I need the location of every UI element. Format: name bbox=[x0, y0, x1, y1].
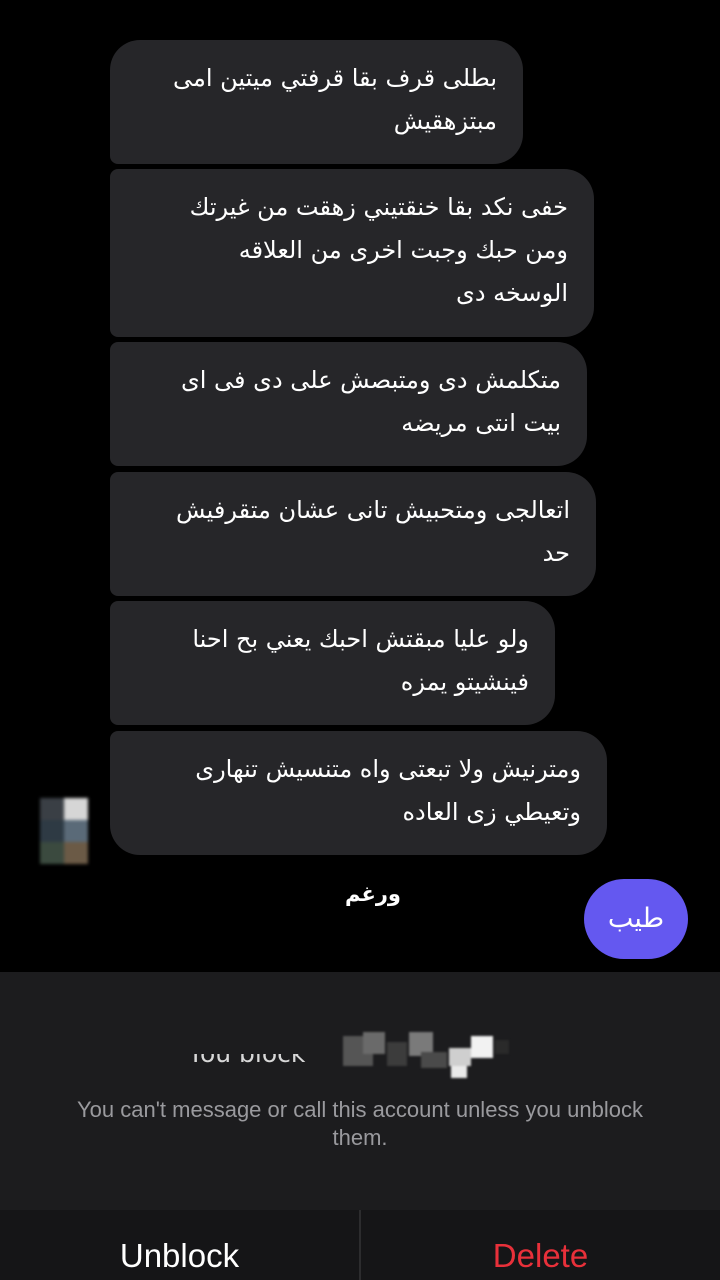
block-notice-panel: You block You can't message or call this… bbox=[0, 972, 720, 1210]
action-bar: Unblock Delete bbox=[0, 1210, 720, 1280]
avatar-pixel bbox=[40, 842, 64, 864]
received-message[interactable]: خفى نكد بقا خنقتيني زهقت من غيرتك ومن حب… bbox=[110, 169, 594, 337]
pixelated-username bbox=[325, 1030, 515, 1078]
received-message[interactable]: ومترنيش ولا تبعتى واه متنسيش تنهارى وتعي… bbox=[110, 731, 607, 855]
contact-avatar[interactable] bbox=[40, 798, 88, 864]
sent-message[interactable]: طيب bbox=[584, 879, 688, 959]
chat-screen: بطلى قرف بقا قرفتي ميتين امى مبتزهقيش خف… bbox=[0, 0, 720, 1280]
avatar-pixel bbox=[40, 820, 64, 842]
avatar-pixel bbox=[64, 798, 88, 820]
received-message[interactable]: اتعالجى ومتحبيش تانى عشان متقرفيش حد bbox=[110, 472, 596, 596]
received-message[interactable]: ولو عليا مبقتش احبك يعني بح احنا فينشيتو… bbox=[110, 601, 555, 725]
avatar-pixel bbox=[40, 798, 64, 820]
block-title-mask bbox=[182, 1040, 342, 1054]
delete-button[interactable]: Delete bbox=[361, 1210, 720, 1280]
received-message[interactable]: متكلمش دى ومتبصش على دى فى اى بيت انتى م… bbox=[110, 342, 587, 466]
avatar-pixel bbox=[64, 820, 88, 842]
block-notice-message: You can't message or call this account u… bbox=[77, 1097, 643, 1150]
unblock-button[interactable]: Unblock bbox=[0, 1210, 359, 1280]
overlay-caption: ورغم bbox=[345, 882, 401, 906]
received-message[interactable]: بطلى قرف بقا قرفتي ميتين امى مبتزهقيش bbox=[110, 40, 523, 164]
avatar-pixel bbox=[64, 842, 88, 864]
message-list[interactable]: بطلى قرف بقا قرفتي ميتين امى مبتزهقيش خف… bbox=[0, 0, 720, 972]
